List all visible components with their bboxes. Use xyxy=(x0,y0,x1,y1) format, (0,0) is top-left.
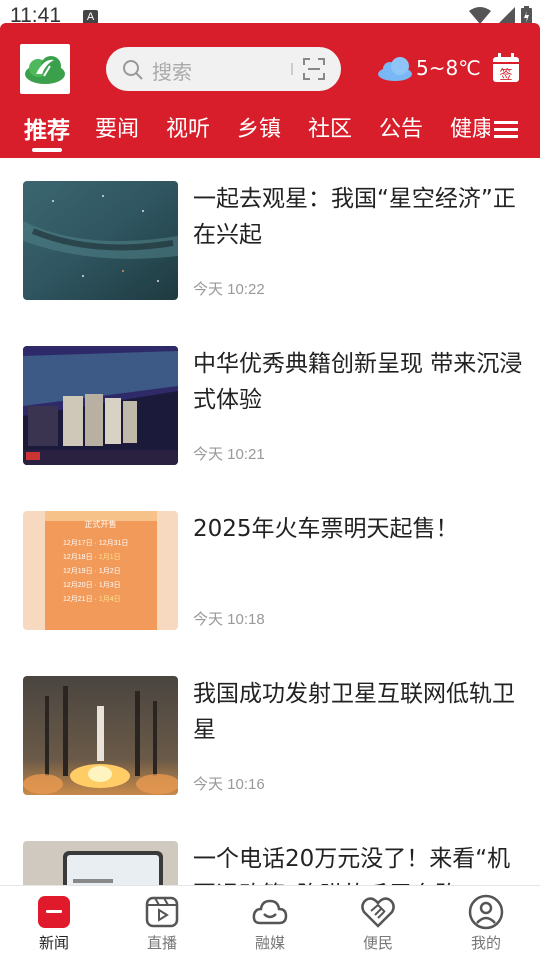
checkin-label: 签 xyxy=(499,67,512,83)
nav-live[interactable]: 直播 xyxy=(108,886,216,960)
nav-label: 直播 xyxy=(146,934,177,952)
heart-hands-icon xyxy=(361,897,395,928)
active-tab-indicator xyxy=(32,148,62,152)
live-icon xyxy=(145,896,179,928)
search-placeholder: 搜索 xyxy=(152,60,192,84)
bottom-navigation: 新闻 直播 融媒 便民 我的 xyxy=(0,885,540,960)
channel-tabs: 推荐 要闻 视听 乡镇 社区 公告 健康 xyxy=(0,111,490,155)
news-thumbnail xyxy=(23,346,178,465)
nav-label: 便民 xyxy=(362,934,393,952)
news-time: 今天 10:21 xyxy=(193,446,265,463)
ticket-buy-date: 12月18日 xyxy=(63,554,93,561)
news-item-stargazing[interactable]: 一起去观星：我国“星空经济”正在兴起 今天 10:22 xyxy=(0,181,540,346)
news-title: 一起去观星：我国“星空经济”正在兴起 xyxy=(193,186,516,248)
ticket-travel-date: 1月3日 xyxy=(98,582,121,589)
logo-icon xyxy=(25,56,65,84)
nav-label: 新闻 xyxy=(38,934,69,952)
nav-label: 我的 xyxy=(470,934,501,952)
nav-news[interactable]: 新闻 xyxy=(0,886,108,960)
ticket-travel-date: 1月1日 xyxy=(98,554,121,561)
cloud-weather-icon xyxy=(378,57,412,81)
ticket-buy-date: 12月21日 xyxy=(63,596,93,603)
nav-profile[interactable]: 我的 xyxy=(432,886,540,960)
news-title: 我国成功发射卫星互联网低轨卫星 xyxy=(193,681,515,743)
nav-services[interactable]: 便民 xyxy=(324,886,432,960)
news-thumbnail xyxy=(23,181,178,300)
tab-headlines[interactable]: 要闻 xyxy=(95,111,139,143)
news-time: 今天 10:16 xyxy=(193,776,265,793)
ticket-travel-date: 1月4日 xyxy=(98,596,121,603)
search-bar[interactable]: 搜索 xyxy=(106,47,341,91)
news-time: 今天 10:22 xyxy=(193,281,265,298)
news-time: 今天 10:18 xyxy=(193,611,265,628)
news-title: 2025年火车票明天起售！ xyxy=(193,516,459,542)
tab-announcements[interactable]: 公告 xyxy=(379,111,423,143)
news-item-train-tickets[interactable]: 正式开售 12月17日 · 12月31日 12月18日 · 1月1日 12月19… xyxy=(0,511,540,676)
news-title: 中华优秀典籍创新呈现 带来沉浸式体验 xyxy=(193,351,523,413)
tab-video-audio[interactable]: 视听 xyxy=(166,111,210,143)
scan-icon[interactable] xyxy=(303,58,325,80)
ticket-buy-date: 12月20日 xyxy=(63,582,93,589)
weather-temperature: 5~8℃ xyxy=(416,56,481,80)
ticket-travel-date: 12月31日 xyxy=(98,540,129,547)
app-logo[interactable] xyxy=(20,44,70,94)
checkin-calendar-icon[interactable]: 签 xyxy=(492,53,520,83)
ticket-buy-date: 12月17日 xyxy=(63,540,93,547)
ticket-heading: 正式开售 xyxy=(84,520,117,529)
app-header: 搜索 5~8℃ 签 推荐 要闻 视听 乡镇 社区 公告 健康 xyxy=(0,23,540,158)
news-item-satellite-launch[interactable]: 我国成功发射卫星互联网低轨卫星 今天 10:16 xyxy=(0,676,540,841)
news-thumbnail: 正式开售 12月17日 · 12月31日 12月18日 · 1月1日 12月19… xyxy=(23,511,178,630)
news-thumbnail xyxy=(23,676,178,795)
news-icon xyxy=(38,896,70,928)
news-item-classics[interactable]: 中华优秀典籍创新呈现 带来沉浸式体验 今天 10:21 xyxy=(0,346,540,511)
search-icon xyxy=(123,60,143,80)
channel-menu-icon[interactable] xyxy=(494,119,518,141)
tab-community[interactable]: 社区 xyxy=(308,111,352,143)
nav-media[interactable]: 融媒 xyxy=(216,886,324,960)
ticket-buy-date: 12月19日 xyxy=(63,568,93,575)
profile-icon xyxy=(468,894,504,930)
ticket-schedule: 12月17日 · 12月31日 12月18日 · 1月1日 12月19日 · 1… xyxy=(63,540,129,603)
ticket-travel-date: 1月2日 xyxy=(98,568,121,575)
tab-health[interactable]: 健康 xyxy=(450,111,490,143)
nav-label: 融媒 xyxy=(254,934,285,952)
tab-townships[interactable]: 乡镇 xyxy=(237,111,281,143)
tab-recommend[interactable]: 推荐 xyxy=(24,111,70,145)
media-cloud-icon xyxy=(252,899,288,925)
search-divider xyxy=(291,63,293,75)
